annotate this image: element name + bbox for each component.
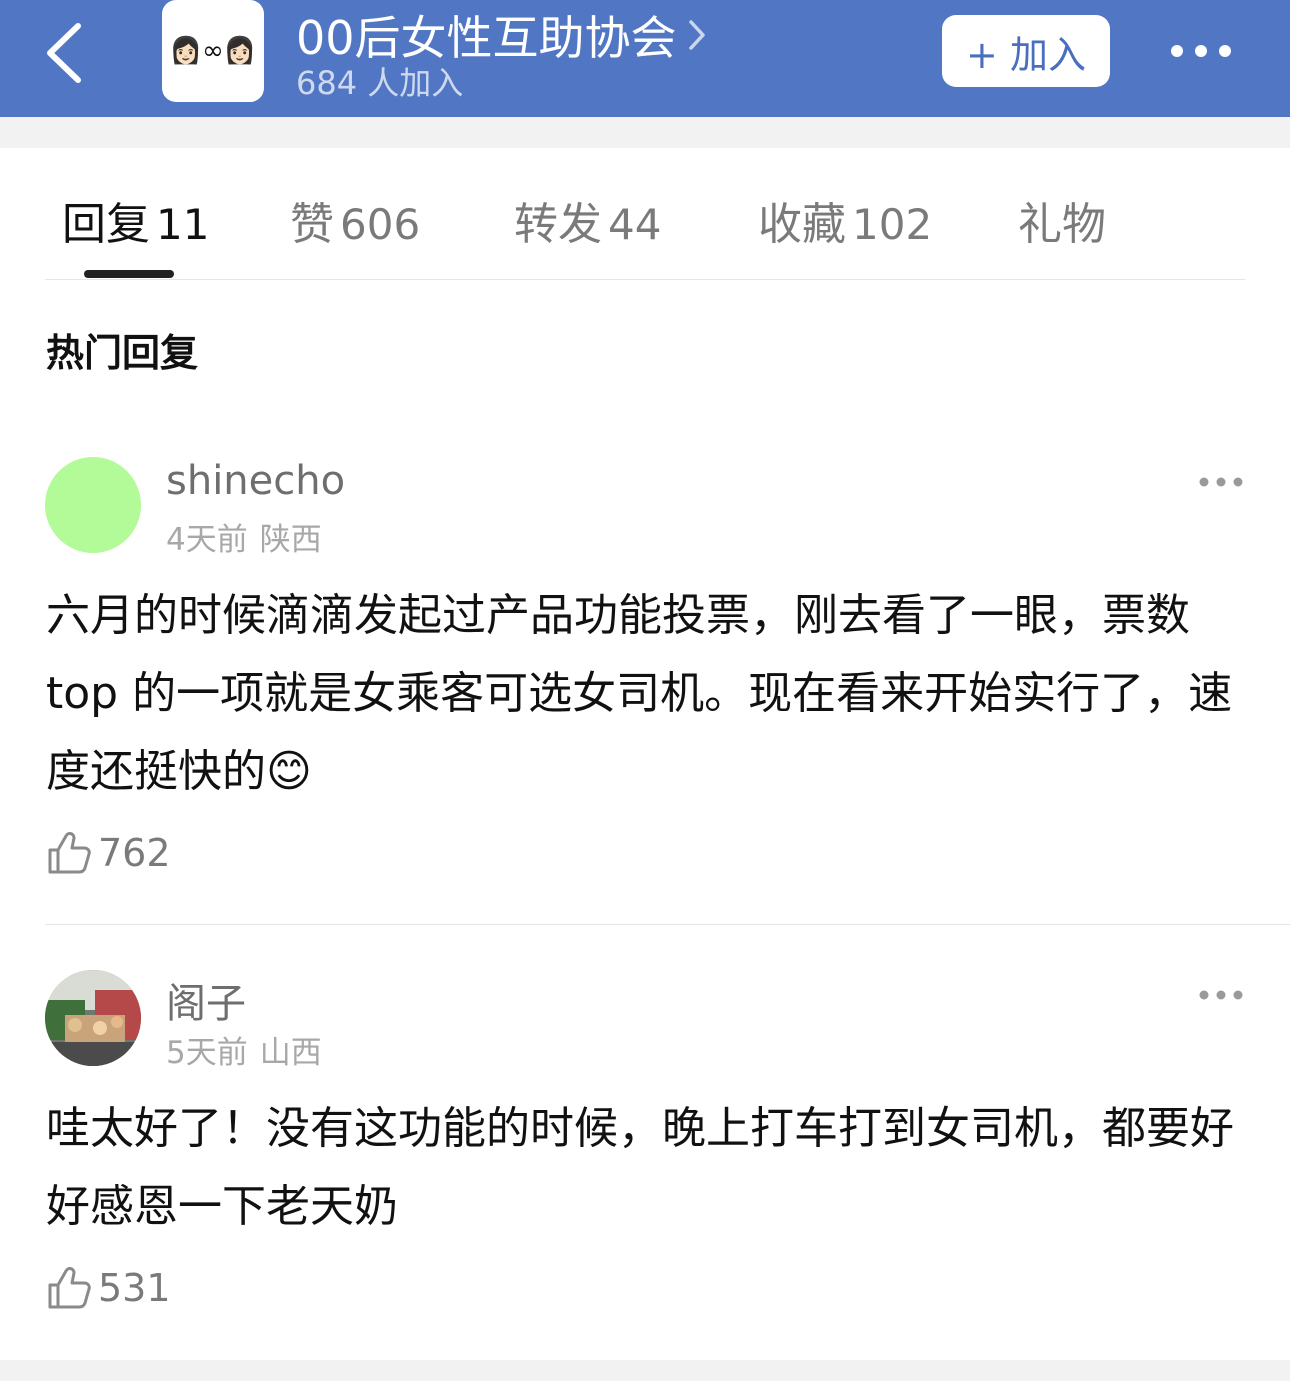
tab-bar: 回复 11 赞 606 转发 44 收藏 102 礼物	[0, 148, 1290, 280]
thumbs-up-icon	[48, 1267, 91, 1309]
thumbs-up-icon	[48, 832, 91, 874]
group-logo[interactable]: 👩🏻∞👩🏻	[162, 0, 264, 102]
comment-location: 山西	[259, 1035, 322, 1071]
bottom-separator	[0, 1360, 1290, 1381]
tab-count: 11	[156, 200, 210, 249]
chevron-right-icon	[688, 20, 705, 50]
tab-favorites[interactable]: 收藏 102	[758, 188, 932, 252]
tab-label: 回复	[62, 199, 150, 250]
group-logo-emoji: 👩🏻∞👩🏻	[169, 36, 257, 66]
comment-username[interactable]: 阁子	[166, 971, 246, 1029]
comment-username[interactable]: shinecho	[166, 458, 345, 504]
tab-count: 44	[608, 200, 662, 249]
tab-label: 收藏	[758, 199, 846, 250]
back-button[interactable]	[38, 18, 98, 88]
comment-meta: 4天前 陕西	[166, 514, 322, 559]
chevron-left-icon	[47, 23, 81, 83]
comment-time: 4天前	[166, 522, 248, 558]
tab-gifts[interactable]: 礼物	[1018, 188, 1106, 252]
ellipsis-icon	[1199, 990, 1243, 1000]
tab-label: 赞	[290, 199, 334, 250]
member-count: 684 人加入	[296, 64, 464, 102]
comment-more-button[interactable]	[1198, 474, 1244, 488]
tab-label: 转发	[514, 199, 602, 250]
avatar-image	[45, 970, 141, 1066]
comment-location: 陕西	[259, 522, 322, 558]
ellipsis-icon	[1199, 477, 1243, 487]
avatar[interactable]	[45, 970, 141, 1066]
tab-label: 礼物	[1018, 199, 1106, 250]
join-button-label: + 加入	[966, 32, 1086, 77]
comment-time: 5天前	[166, 1035, 248, 1071]
avatar[interactable]	[45, 457, 141, 553]
tab-count: 102	[852, 200, 933, 249]
comment-text: 六月的时候滴滴发起过产品功能投票，刚去看了一眼，票数 top 的一项就是女乘客可…	[46, 590, 1233, 797]
section-separator	[0, 117, 1290, 148]
tabs-divider	[45, 279, 1245, 280]
tab-count: 606	[340, 200, 421, 249]
tab-reposts[interactable]: 转发 44	[514, 188, 661, 252]
tab-replies[interactable]: 回复 11	[62, 188, 209, 252]
comment-more-button[interactable]	[1198, 987, 1244, 1001]
comment-meta: 5天前 山西	[166, 1027, 322, 1072]
join-button[interactable]: + 加入	[942, 15, 1110, 87]
like-count: 531	[98, 1266, 171, 1310]
section-title: 热门回复	[46, 331, 199, 375]
like-count: 762	[98, 831, 171, 875]
tab-likes[interactable]: 赞 606	[290, 188, 420, 252]
like-button[interactable]: 762	[46, 830, 171, 876]
like-button[interactable]: 531	[46, 1265, 171, 1311]
group-header: 👩🏻∞👩🏻 00后女性互助协会 684 人加入 + 加入	[0, 0, 1290, 117]
comment-divider	[45, 924, 1290, 925]
active-tab-indicator	[84, 270, 174, 278]
more-button[interactable]	[1166, 38, 1236, 64]
ellipsis-icon	[1171, 45, 1231, 57]
comment-text: 哇太好了！没有这功能的时候，晚上打车打到女司机，都要好好感恩一下老天奶	[46, 1103, 1234, 1232]
